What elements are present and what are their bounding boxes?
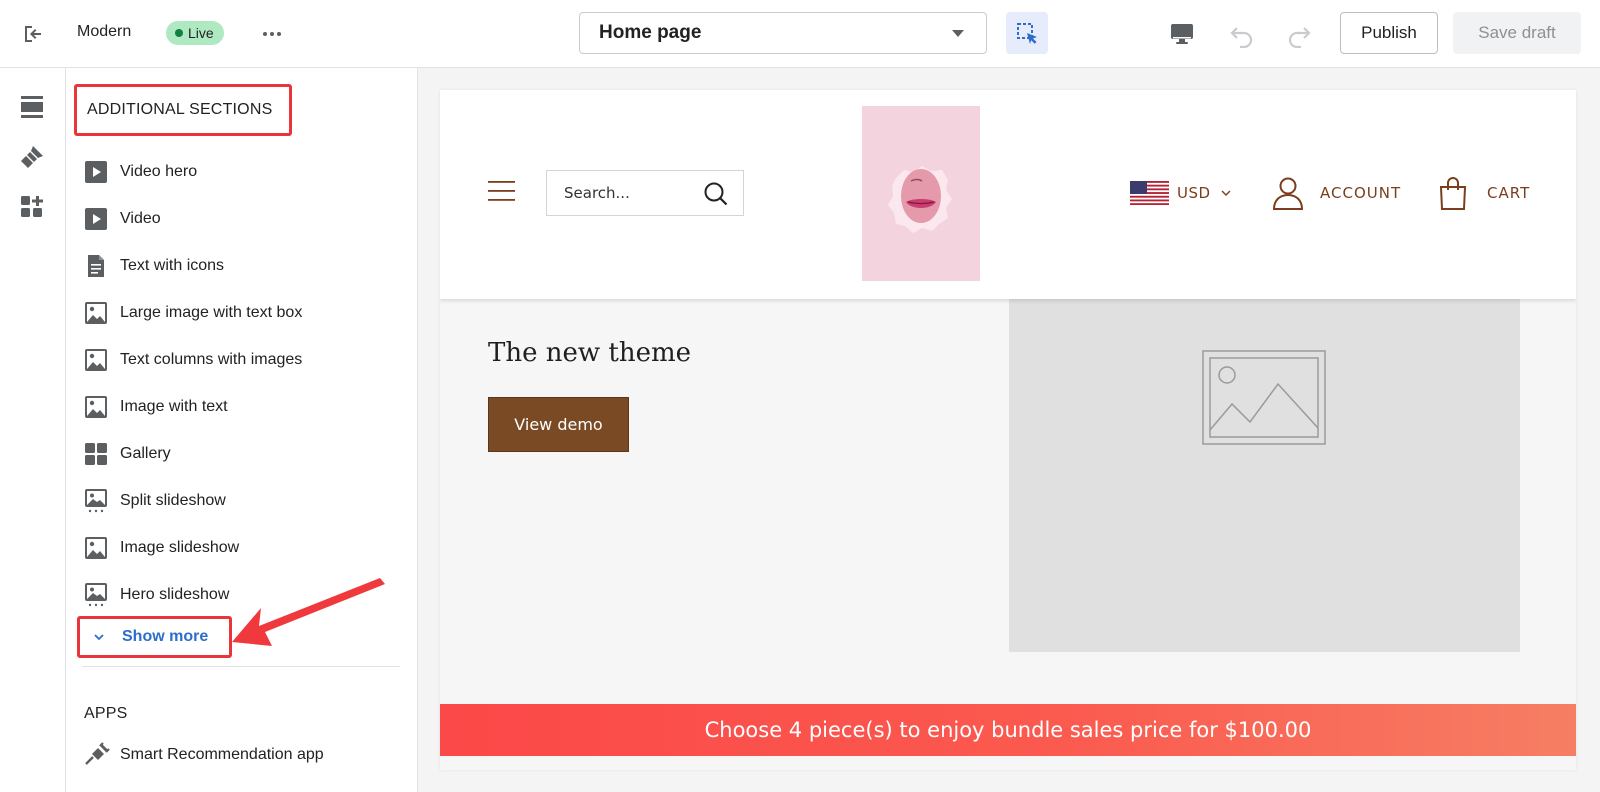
- section-item-label: Text with icons: [120, 256, 225, 274]
- status-badge-label: Live: [188, 25, 214, 41]
- show-more-button[interactable]: Show more: [77, 616, 232, 658]
- store-search-input[interactable]: Search...: [546, 170, 744, 216]
- chevron-down-icon: [1221, 190, 1231, 196]
- section-item-label: Large image with text box: [120, 303, 303, 321]
- search-icon[interactable]: [703, 181, 729, 207]
- section-item-label: Text columns with images: [120, 350, 303, 368]
- app-item-smart-recommendation[interactable]: Smart Recommendation app: [84, 741, 324, 769]
- section-item-label: Gallery: [120, 444, 171, 462]
- chevron-down-icon: [94, 634, 104, 641]
- section-item-image-with-text[interactable]: Image with text: [84, 383, 404, 430]
- hero-title: The new theme: [488, 338, 692, 368]
- section-item-label: Image with text: [120, 397, 228, 415]
- section-list: Video hero Video Text with icons Large i…: [84, 148, 404, 618]
- store-header: Search... USD ACCOUNT CART: [440, 90, 1576, 299]
- page-select-value: Home page: [599, 22, 702, 43]
- image-icon: [84, 536, 108, 560]
- sections-icon[interactable]: [19, 94, 45, 120]
- section-item-label: Video: [120, 209, 161, 227]
- search-placeholder: Search...: [564, 184, 630, 202]
- section-item-hero-slideshow[interactable]: Hero slideshow: [84, 571, 404, 618]
- section-item-text-columns-with-images[interactable]: Text columns with images: [84, 336, 404, 383]
- theme-settings-icon[interactable]: [19, 144, 45, 170]
- image-icon: [84, 348, 108, 372]
- slideshow-icon: [84, 582, 108, 607]
- section-item-label: Video hero: [120, 162, 198, 180]
- section-item-image-slideshow[interactable]: Image slideshow: [84, 524, 404, 571]
- more-actions-icon[interactable]: [260, 22, 284, 46]
- image-icon: [84, 301, 108, 325]
- editor-topbar: Modern Live Home page Publish Save draft: [0, 0, 1600, 68]
- hamburger-menu-icon[interactable]: [488, 180, 515, 202]
- save-draft-button[interactable]: Save draft: [1453, 12, 1581, 54]
- app-embeds-icon[interactable]: [19, 194, 45, 220]
- store-logo-image[interactable]: [862, 106, 980, 281]
- publish-button[interactable]: Publish: [1340, 12, 1438, 54]
- cart-label: CART: [1487, 184, 1531, 202]
- live-dot-icon: [175, 29, 183, 37]
- shopping-bag-icon: [1439, 177, 1467, 210]
- theme-preview-area: Search... USD ACCOUNT CART The new theme…: [418, 68, 1600, 792]
- plug-icon: [84, 742, 110, 768]
- video-icon: [84, 207, 108, 231]
- section-item-label: Split slideshow: [120, 491, 226, 509]
- desktop-preview-icon[interactable]: [1168, 20, 1196, 48]
- apps-heading: APPS: [84, 705, 128, 722]
- account-link[interactable]: ACCOUNT: [1272, 174, 1401, 212]
- section-item-split-slideshow[interactable]: Split slideshow: [84, 477, 404, 524]
- hero-image-placeholder: [1009, 299, 1520, 652]
- status-badge: Live: [166, 21, 224, 45]
- page-select[interactable]: Home page: [579, 12, 987, 54]
- show-more-label: Show more: [122, 628, 209, 645]
- image-icon: [84, 395, 108, 419]
- undo-icon[interactable]: [1228, 20, 1256, 49]
- view-demo-button[interactable]: View demo: [488, 397, 629, 452]
- image-placeholder-icon: [1202, 350, 1326, 445]
- gallery-grid-icon: [84, 442, 108, 466]
- add-section-panel: ADDITIONAL SECTIONS Video hero Video Tex…: [66, 68, 418, 792]
- section-item-video[interactable]: Video: [84, 195, 404, 242]
- chevron-down-icon: [952, 30, 964, 37]
- redo-icon[interactable]: [1285, 20, 1313, 49]
- slideshow-icon: [84, 488, 108, 513]
- editor-icon-rail: [0, 68, 66, 792]
- section-item-large-image-with-text-box[interactable]: Large image with text box: [84, 289, 404, 336]
- cart-link[interactable]: CART: [1439, 174, 1530, 212]
- currency-selector[interactable]: USD: [1130, 180, 1231, 206]
- section-item-video-hero[interactable]: Video hero: [84, 148, 404, 195]
- inspector-button[interactable]: [1006, 12, 1048, 54]
- us-flag-icon: [1130, 181, 1169, 205]
- section-item-gallery[interactable]: Gallery: [84, 430, 404, 477]
- text-document-icon: [84, 254, 108, 278]
- divider: [82, 666, 400, 667]
- app-item-label: Smart Recommendation app: [120, 746, 324, 763]
- theme-name: Modern: [77, 23, 132, 40]
- section-item-label: Hero slideshow: [120, 585, 230, 603]
- announcement-bar: Choose 4 piece(s) to enjoy bundle sales …: [440, 704, 1576, 756]
- user-icon: [1272, 177, 1304, 210]
- account-label: ACCOUNT: [1320, 184, 1402, 202]
- video-icon: [84, 160, 108, 184]
- section-heading: ADDITIONAL SECTIONS: [74, 84, 292, 136]
- select-cursor-icon: [1017, 23, 1037, 44]
- exit-icon[interactable]: [22, 22, 46, 46]
- section-item-label: Image slideshow: [120, 538, 240, 556]
- storefront-preview: Search... USD ACCOUNT CART The new theme…: [440, 90, 1576, 770]
- section-item-text-with-icons[interactable]: Text with icons: [84, 242, 404, 289]
- currency-label: USD: [1177, 184, 1211, 202]
